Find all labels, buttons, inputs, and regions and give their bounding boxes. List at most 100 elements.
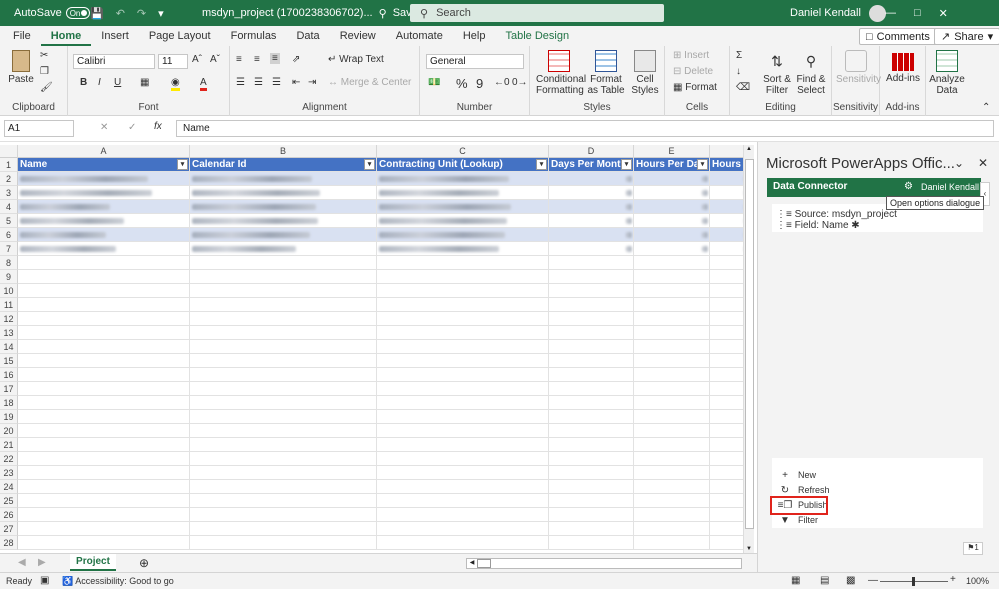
grid-cell[interactable]	[634, 424, 710, 438]
grid-cell[interactable]	[377, 256, 549, 270]
grid-cell[interactable]	[634, 396, 710, 410]
grid-cell[interactable]	[190, 480, 377, 494]
grid-cell[interactable]	[18, 172, 190, 186]
grid-cell[interactable]	[377, 326, 549, 340]
row-header[interactable]: 26	[0, 508, 18, 522]
grid-cell[interactable]	[377, 270, 549, 284]
addins-button[interactable]: Add-ins	[884, 50, 922, 84]
grid-cell[interactable]	[549, 522, 634, 536]
format-cells-button[interactable]: ▦ Format	[673, 82, 717, 93]
grid-cell[interactable]	[634, 452, 710, 466]
grid-cell[interactable]	[549, 438, 634, 452]
normal-view-icon[interactable]: ▦	[791, 575, 800, 586]
align-center-icon[interactable]: ☰	[254, 77, 263, 88]
undo-icon[interactable]: ↶	[116, 7, 125, 20]
refresh-action[interactable]: ↻ Refresh	[772, 483, 830, 497]
grid-cell[interactable]	[377, 480, 549, 494]
column-header[interactable]: B	[190, 145, 377, 158]
grid-cell[interactable]	[18, 228, 190, 242]
row-header[interactable]: 10	[0, 284, 18, 298]
formula-input[interactable]: Name	[176, 120, 994, 137]
grid-cell[interactable]	[190, 494, 377, 508]
grid-cell[interactable]	[377, 312, 549, 326]
zoom-level[interactable]: 100%	[966, 576, 989, 586]
currency-icon[interactable]: 💵	[428, 77, 440, 88]
grid-cell[interactable]	[190, 256, 377, 270]
grid-cell[interactable]	[18, 298, 190, 312]
zoom-slider-thumb[interactable]	[912, 577, 915, 586]
increase-font-icon[interactable]: Aˆ	[192, 54, 202, 65]
borders-icon[interactable]: ▦	[140, 77, 149, 88]
insert-function-button[interactable]: fx	[154, 121, 162, 132]
grid-cell[interactable]	[377, 522, 549, 536]
customize-toolbar-icon[interactable]: ▾	[158, 7, 164, 20]
grid-cell[interactable]	[18, 508, 190, 522]
format-painter-icon[interactable]: 🖌	[40, 82, 53, 93]
grid-cell[interactable]	[377, 298, 549, 312]
avatar[interactable]	[868, 4, 886, 22]
filter-dropdown-icon[interactable]: ▾	[177, 159, 188, 170]
search-box[interactable]: ⚲ Search	[410, 4, 664, 22]
scroll-left-icon[interactable]: ◀	[467, 559, 477, 568]
row-header[interactable]: 28	[0, 536, 18, 550]
grid-cell[interactable]	[190, 536, 377, 550]
wrap-text-button[interactable]: ↵ Wrap Text	[328, 54, 384, 65]
grid-cell[interactable]	[190, 396, 377, 410]
fill-icon[interactable]: ↓	[736, 66, 741, 77]
grid-cell[interactable]	[634, 466, 710, 480]
grid-cell[interactable]	[18, 312, 190, 326]
pane-options-icon[interactable]: ⌄	[954, 156, 964, 170]
grid-cell[interactable]	[190, 326, 377, 340]
grid-cell[interactable]	[549, 508, 634, 522]
grid-cell[interactable]	[634, 494, 710, 508]
grid-cell[interactable]	[377, 368, 549, 382]
grid-cell[interactable]	[18, 340, 190, 354]
tab-page-layout[interactable]: Page Layout	[139, 26, 221, 46]
grid-cell[interactable]	[190, 424, 377, 438]
grid-cell[interactable]	[634, 200, 710, 214]
add-sheet-icon[interactable]: ⊕	[139, 556, 149, 570]
flag-icon[interactable]: ⚑1	[963, 542, 983, 555]
cell-styles-button[interactable]: Cell Styles	[628, 50, 662, 96]
align-top-icon[interactable]: ≡	[236, 54, 242, 65]
grid-cell[interactable]	[634, 172, 710, 186]
grid-cell[interactable]	[549, 214, 634, 228]
row-header[interactable]: 18	[0, 396, 18, 410]
save-icon[interactable]: 💾	[90, 7, 104, 20]
grid-cell[interactable]	[18, 466, 190, 480]
grid-cell[interactable]	[18, 186, 190, 200]
format-as-table-button[interactable]: Format as Table	[586, 50, 626, 96]
align-middle-icon[interactable]: ≡	[254, 54, 260, 65]
analyze-data-button[interactable]: Analyze Data	[928, 50, 966, 96]
grid-cell[interactable]	[377, 438, 549, 452]
font-size-select[interactable]: 11	[158, 54, 188, 69]
gear-icon[interactable]: ⚙	[904, 181, 913, 192]
number-format-select[interactable]: General	[426, 54, 524, 69]
grid-cell[interactable]	[18, 270, 190, 284]
grid-cell[interactable]	[549, 242, 634, 256]
tab-help[interactable]: Help	[453, 26, 496, 46]
grid-cell[interactable]	[190, 298, 377, 312]
filter-dropdown-icon[interactable]: ▾	[536, 159, 547, 170]
grid-cell[interactable]	[634, 410, 710, 424]
autosave-toggle[interactable]: On	[65, 7, 90, 19]
grid-cell[interactable]	[190, 522, 377, 536]
horizontal-thumb[interactable]	[477, 559, 491, 568]
row-header[interactable]: 8	[0, 256, 18, 270]
grid-cell[interactable]	[190, 354, 377, 368]
grid-cell[interactable]	[634, 242, 710, 256]
underline-button[interactable]: U	[114, 77, 121, 88]
grid-cell[interactable]	[18, 242, 190, 256]
grid-cell[interactable]	[190, 410, 377, 424]
tab-review[interactable]: Review	[330, 26, 386, 46]
column-header[interactable]: A	[18, 145, 190, 158]
user-name[interactable]: Daniel Kendall	[790, 7, 861, 19]
filter-action[interactable]: ▼ Filter	[772, 513, 818, 527]
restore-icon[interactable]: □	[914, 7, 921, 19]
row-header[interactable]: 3	[0, 186, 18, 200]
comma-style-button[interactable]: 9	[476, 76, 483, 91]
sheet-tab-project[interactable]: Project	[70, 554, 116, 571]
grid-cell[interactable]	[634, 480, 710, 494]
find-select-button[interactable]: ⚲ Find & Select	[794, 50, 828, 96]
grid-cell[interactable]	[377, 200, 549, 214]
